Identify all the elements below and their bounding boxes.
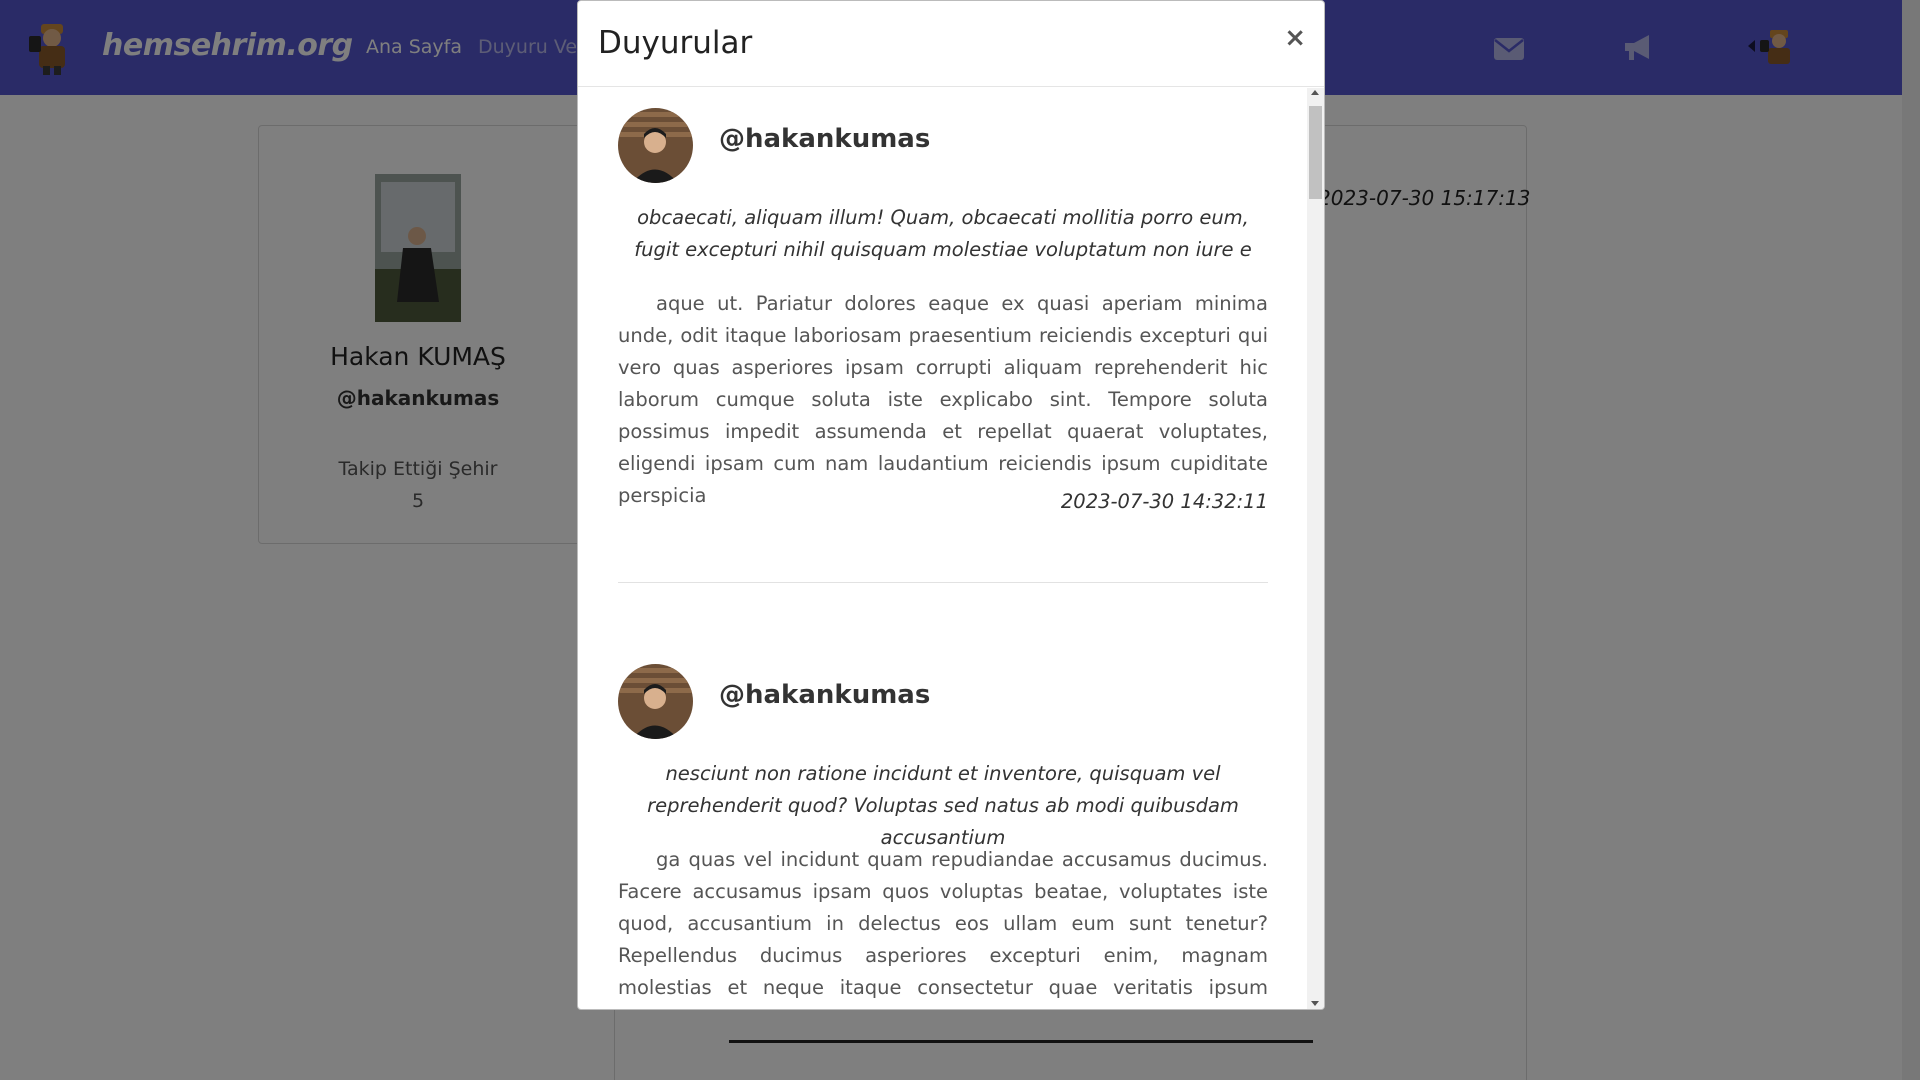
post-avatar [618,108,693,183]
post-handle[interactable]: @hakankumas [719,680,930,710]
announcement-post: @hakankumas obcaecati, aliquam illum! Qu… [618,108,1268,538]
post-text: aque ut. Pariatur dolores eaque ex quasi… [618,292,1268,507]
announcements-modal: Duyurular × @hakankumas obcaecati, aliqu… [577,0,1325,1010]
post-avatar [618,664,693,739]
scroll-up-arrow-icon[interactable] [1311,90,1319,95]
scroll-down-arrow-icon[interactable] [1311,1001,1319,1006]
announcement-post: @hakankumas nesciunt non ratione incidun… [618,664,1268,1009]
post-text: ga quas vel incidunt quam repudiandae ac… [618,848,1268,1009]
scroll-thumb[interactable] [1309,106,1322,199]
close-icon[interactable]: × [1284,23,1306,53]
modal-header: Duyurular × [578,1,1324,87]
modal-title: Duyurular [598,25,753,61]
post-handle[interactable]: @hakankumas [719,124,930,154]
post-summary: nesciunt non ratione incidunt et invento… [647,762,1239,849]
modal-scrollbar[interactable] [1307,88,1324,1009]
post-date: 2023-07-30 14:32:11 [1060,490,1268,513]
post-summary: obcaecati, aliquam illum! Quam, obcaecat… [634,206,1252,261]
modal-body[interactable]: @hakankumas obcaecati, aliquam illum! Qu… [578,88,1308,1009]
post-divider [618,582,1268,583]
